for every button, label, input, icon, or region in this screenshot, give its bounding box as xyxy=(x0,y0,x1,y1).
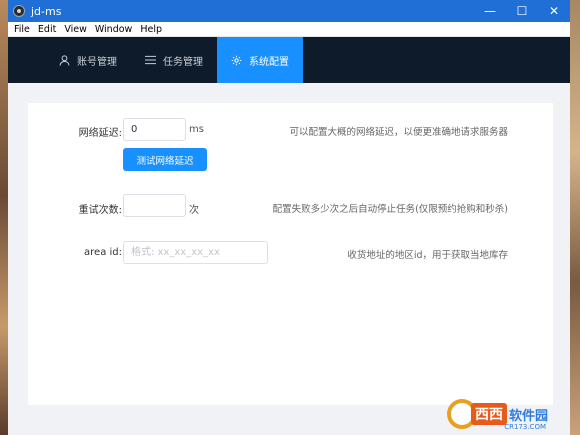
user-icon xyxy=(59,54,70,66)
app-window: jd-ms — ☐ ✕ File Edit View Window Help 账… xyxy=(8,0,570,435)
settings-panel: 网络延迟: ms 可以配置大概的网络延迟，以便更准确地请求服务器 测试网络延迟 … xyxy=(28,103,553,405)
watermark-brand: 西西 xyxy=(470,403,507,425)
menu-file[interactable]: File xyxy=(10,24,34,35)
retry-label: 重试次数: xyxy=(78,205,122,216)
site-watermark: 西西 软件园 CR173.COM xyxy=(446,399,548,431)
tab-account-management[interactable]: 账号管理 xyxy=(45,37,131,83)
retry-unit: 次 xyxy=(189,205,199,216)
tab-system-settings[interactable]: 系统配置 xyxy=(217,37,303,83)
latency-description: 可以配置大概的网络延迟，以便更准确地请求服务器 xyxy=(289,127,508,138)
window-title: jd-ms xyxy=(31,4,62,18)
app-icon xyxy=(13,5,25,17)
retry-input[interactable] xyxy=(123,194,186,217)
menu-bar: File Edit View Window Help xyxy=(8,22,570,37)
retry-description: 配置失败多少次之后自动停止任务(仅限预约抢购和秒杀) xyxy=(272,204,508,215)
test-latency-button[interactable]: 测试网络延迟 xyxy=(123,148,207,171)
latency-input[interactable] xyxy=(123,118,186,141)
menu-window[interactable]: Window xyxy=(91,24,136,35)
menu-edit[interactable]: Edit xyxy=(34,24,60,35)
latency-label: 网络延迟: xyxy=(78,128,122,139)
tab-label: 系统配置 xyxy=(249,56,289,68)
maximize-button[interactable]: ☐ xyxy=(506,0,538,22)
menu-help[interactable]: Help xyxy=(136,24,166,35)
area-id-description: 收货地址的地区id，用于获取当地库存 xyxy=(347,250,508,261)
gear-icon xyxy=(231,55,242,66)
desktop-background-left xyxy=(0,0,8,435)
menu-view[interactable]: View xyxy=(60,24,91,35)
title-bar[interactable]: jd-ms — ☐ ✕ xyxy=(8,0,570,22)
desktop-background-right xyxy=(570,0,580,435)
tab-label: 账号管理 xyxy=(77,56,117,68)
close-button[interactable]: ✕ xyxy=(538,0,570,22)
watermark-text: 软件园 xyxy=(508,408,548,424)
watermark-site: CR173.COM xyxy=(504,423,546,431)
latency-unit: ms xyxy=(189,124,204,135)
top-navigation: 账号管理 任务管理 系统配置 xyxy=(8,37,570,83)
area-id-input[interactable] xyxy=(123,241,268,264)
minimize-button[interactable]: — xyxy=(474,0,506,22)
tab-task-management[interactable]: 任务管理 xyxy=(131,37,217,83)
tab-label: 任务管理 xyxy=(163,56,203,68)
area-id-label: area id: xyxy=(84,247,122,258)
list-icon xyxy=(145,55,156,65)
